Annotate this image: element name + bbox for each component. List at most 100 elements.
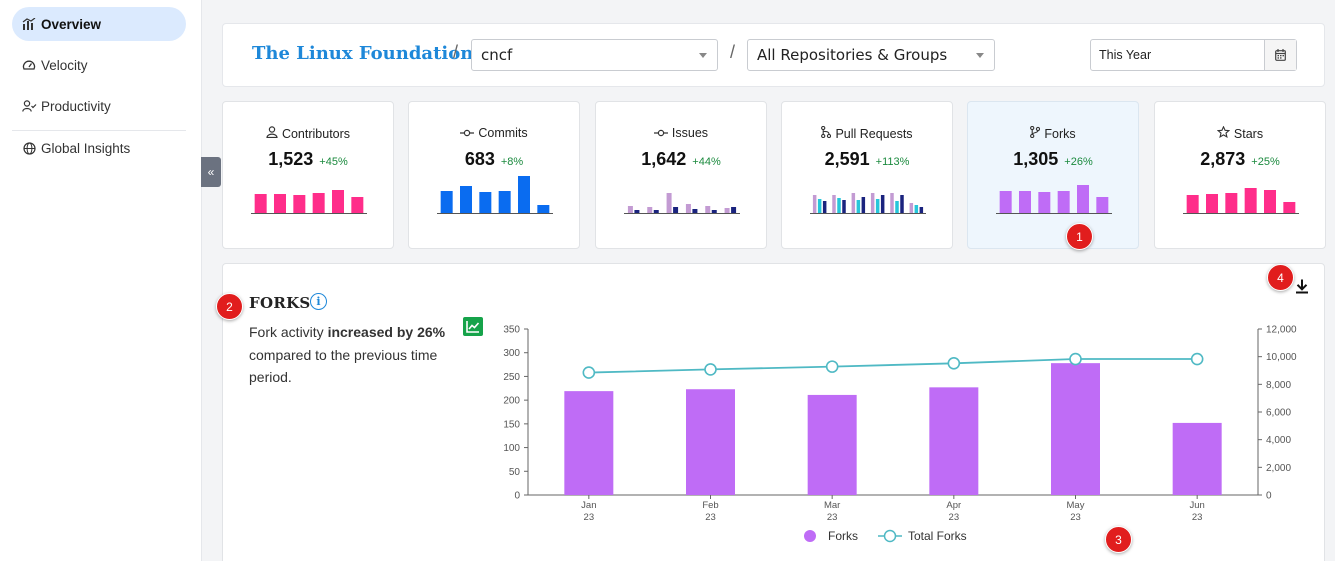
total-forks-point[interactable] — [947, 357, 961, 370]
total-forks-point[interactable] — [582, 366, 596, 379]
spark-bar — [293, 195, 306, 213]
spark-bar — [812, 195, 817, 213]
collapse-sidebar-button[interactable]: « — [201, 157, 221, 187]
spark-bar — [895, 201, 899, 213]
repository-select-value: All Repositories & Groups — [757, 46, 948, 64]
y2-tick-label: 6,000 — [1266, 408, 1291, 419]
description-text: Fork activity — [249, 324, 328, 340]
sparkline — [437, 176, 553, 214]
forks-bar[interactable] — [929, 387, 979, 495]
x-tick-label: Apr 23 — [946, 500, 961, 523]
nav-label: Productivity — [41, 98, 111, 114]
spark-bar — [692, 209, 698, 213]
metric-card-forks[interactable]: Forks 1,305 +26% — [967, 101, 1139, 249]
info-icon[interactable]: i — [310, 293, 327, 310]
spark-bar — [909, 203, 914, 213]
forks-bar[interactable] — [686, 389, 735, 495]
spark-bar — [711, 210, 717, 213]
spark-bar — [1096, 197, 1109, 213]
total-forks-point[interactable] — [704, 363, 717, 376]
spark-bar — [822, 201, 827, 213]
chart-bars-icon — [21, 16, 37, 32]
x-tick-label: Mar 23 — [824, 500, 840, 523]
spark-bar — [634, 210, 640, 213]
y2-tick-label: 10,000 — [1266, 352, 1297, 363]
date-range-picker[interactable]: This Year — [1090, 39, 1297, 71]
spark-bar — [842, 200, 846, 213]
metric-label: Issues — [671, 126, 709, 140]
spark-bar — [856, 200, 861, 213]
total-forks-line — [588, 358, 1198, 374]
calendar-icon[interactable] — [1264, 40, 1296, 70]
x-tick-label: Jun 23 — [1190, 500, 1205, 523]
spark-bar — [666, 193, 672, 213]
metric-card-contributors[interactable]: Contributors 1,523 +45% — [222, 101, 394, 249]
sparkline — [1183, 188, 1299, 214]
spark-bar — [875, 199, 880, 213]
spark-bar — [351, 197, 364, 213]
nav-global-insights[interactable]: Global Insights — [12, 131, 186, 165]
nav-overview[interactable]: Overview — [12, 7, 186, 41]
total-forks-point[interactable] — [1190, 352, 1204, 366]
metric-value: 1,523 — [268, 149, 314, 169]
metric-change: +25% — [1251, 156, 1280, 168]
description-highlight: increased by 26% — [327, 324, 446, 340]
metric-change: +113% — [875, 156, 910, 168]
total-forks-point[interactable] — [825, 360, 839, 373]
forks-bar[interactable] — [807, 394, 857, 495]
spark-bar — [851, 193, 856, 213]
panel-title: FORKS — [249, 294, 311, 312]
spark-bar — [274, 194, 286, 213]
org-link[interactable]: The Linux Foundation — [252, 43, 473, 64]
spark-bar — [440, 191, 453, 213]
annotation-marker-3: 3 — [1105, 526, 1132, 553]
spark-bar — [861, 197, 866, 213]
forks-bar[interactable] — [1172, 422, 1222, 495]
trend-up-icon — [463, 317, 483, 336]
y2-tick-label: 4,000 — [1266, 435, 1291, 446]
spark-bar — [837, 198, 841, 213]
forks-bar[interactable] — [564, 391, 614, 495]
spark-bar — [914, 205, 919, 213]
panel-description: Fork activity increased by 26% compared … — [249, 321, 464, 389]
spark-bar — [627, 206, 633, 213]
metric-card-issues[interactable]: Issues 1,642 +44% — [595, 101, 767, 249]
y2-tick-label: 2,000 — [1266, 463, 1291, 474]
spark-bar — [647, 207, 653, 213]
nav-productivity[interactable]: Productivity — [12, 89, 186, 123]
annotation-marker-2: 2 — [216, 293, 243, 320]
spark-bar — [460, 186, 472, 213]
x-tick-label: May 23 — [1067, 500, 1085, 523]
spark-bar — [832, 195, 836, 213]
sparkline — [251, 190, 367, 214]
y2-tick-label: 0 — [1266, 491, 1272, 502]
spark-bar — [332, 190, 344, 213]
spark-bar — [537, 205, 550, 213]
spark-bar — [498, 191, 511, 213]
chevron-down-icon — [976, 53, 984, 58]
repository-select[interactable]: All Repositories & Groups — [747, 39, 995, 71]
forks-bar[interactable] — [1051, 363, 1100, 495]
metric-value: 2,591 — [824, 149, 870, 169]
sidebar: Overview Velocity Productivity Global In… — [0, 0, 202, 561]
metric-label: Commits — [478, 126, 528, 140]
y-tick-label: 200 — [503, 396, 520, 407]
metric-card-pull-requests[interactable]: Pull Requests 2,591 +113% — [781, 101, 953, 249]
y-tick-label: 50 — [509, 467, 521, 478]
sparkline — [810, 193, 926, 214]
spark-bar — [1225, 193, 1238, 213]
spark-bar — [1206, 194, 1218, 213]
y-tick-label: 100 — [503, 443, 520, 454]
y-tick-label: 350 — [503, 325, 520, 336]
spark-bar — [870, 193, 875, 213]
metric-card-commits[interactable]: Commits 683 +8% — [408, 101, 580, 249]
nav-velocity[interactable]: Velocity — [12, 48, 186, 82]
project-select-value: cncf — [481, 46, 513, 64]
project-select[interactable]: cncf — [471, 39, 718, 71]
filter-header: The Linux Foundation / cncf / All Reposi… — [222, 23, 1325, 87]
sparkline — [624, 193, 740, 214]
spark-bar — [1057, 191, 1070, 213]
total-forks-point[interactable] — [1069, 352, 1082, 366]
nav-label: Velocity — [41, 57, 88, 73]
metric-card-stars[interactable]: Stars 2,873 +25% — [1154, 101, 1326, 249]
